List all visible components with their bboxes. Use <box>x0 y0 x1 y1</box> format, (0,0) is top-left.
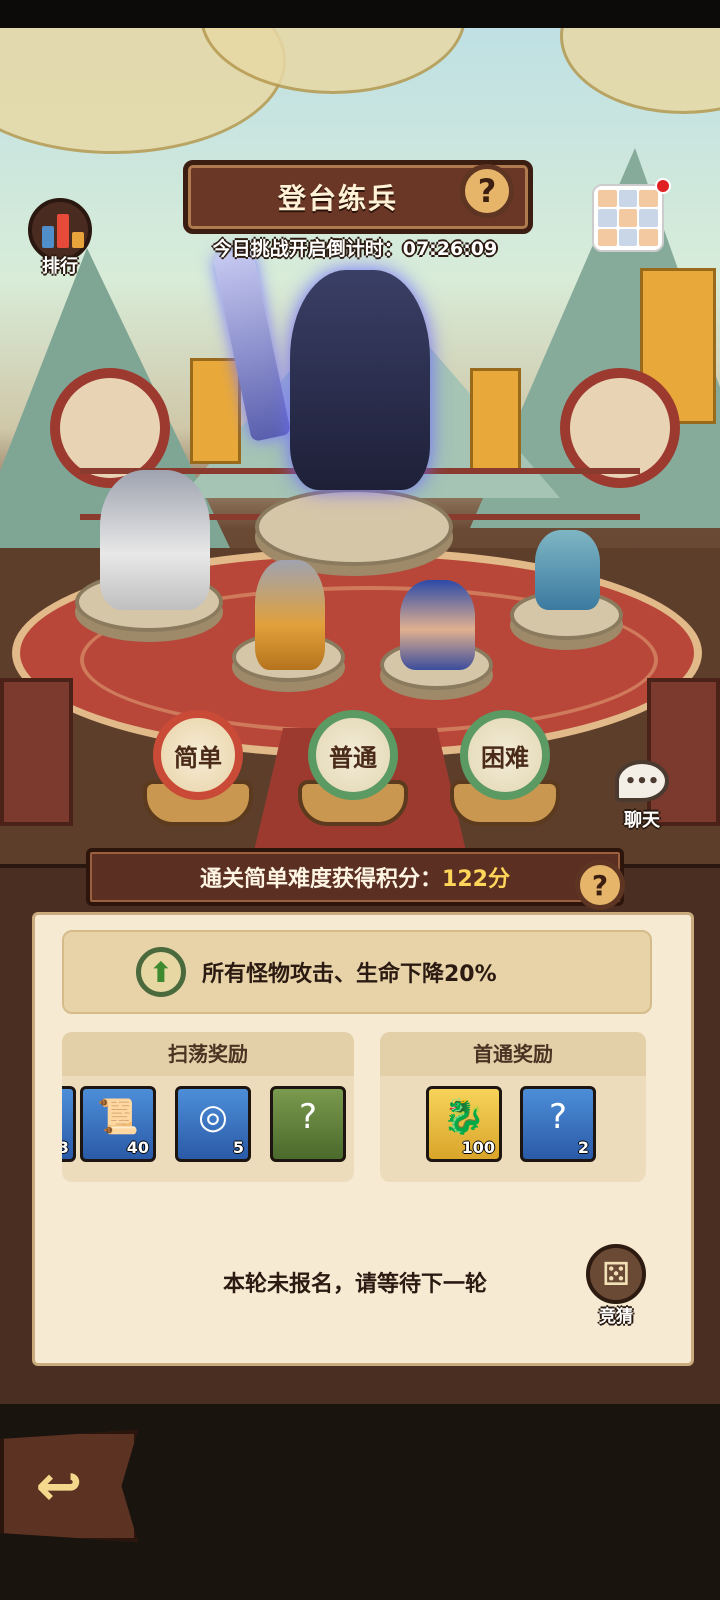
score-value: 122分 <box>442 867 510 892</box>
flag-banner <box>470 368 521 474</box>
group-avatar[interactable] <box>592 184 664 252</box>
back-button[interactable]: ↩ <box>0 1430 138 1542</box>
score-plate: 通关简单难度获得积分： 122分 <box>86 848 624 906</box>
cloud-decoration <box>560 28 720 114</box>
difficulty-label: 简单 <box>153 710 243 800</box>
reward-item[interactable]: 🐉 100 <box>426 1086 502 1162</box>
reward-count: 40 <box>126 1138 149 1157</box>
dragon-token-icon: 🐉 <box>442 1097 486 1137</box>
chat-bubble-icon: ••• <box>615 760 669 802</box>
partial-item-icon: ▣ <box>62 1097 73 1137</box>
boss-pedestal <box>255 488 453 566</box>
game-screen: 登台练兵 ? 今日挑战开启倒计时：07:26:09 排行 简单 普通 困难 ••… <box>0 0 720 1600</box>
jade-ring-icon: ◎ <box>198 1097 228 1137</box>
brawler-hero[interactable] <box>400 580 475 670</box>
arrow-up-icon: ⬆ <box>136 947 186 997</box>
chat-button[interactable]: ••• 聊天 <box>612 760 672 840</box>
mystery-scroll-icon: 📜 <box>96 1097 140 1137</box>
buff-banner: ⬆ 所有怪物攻击、生命下降20% <box>62 930 652 1014</box>
mystery-armor-icon: ? <box>298 1097 318 1137</box>
difficulty-label: 困难 <box>460 710 550 800</box>
difficulty-normal-button[interactable]: 普通 <box>298 710 408 830</box>
sweep-reward-box: 扫荡奖励 ▣ 3 📜 40 ◎ 5 ? <box>62 1032 354 1182</box>
reward-item[interactable]: ◎ 5 <box>175 1086 251 1162</box>
rank-button[interactable]: 排行 <box>24 198 96 278</box>
reward-count: 3 <box>62 1138 69 1157</box>
sweep-reward-list[interactable]: ▣ 3 📜 40 ◎ 5 ? <box>62 1076 354 1176</box>
help-button[interactable]: ? <box>460 164 514 218</box>
leopard-rider-hero[interactable] <box>255 560 325 670</box>
reward-item[interactable]: 📜 40 <box>80 1086 156 1162</box>
sweep-reward-title: 扫荡奖励 <box>62 1032 354 1076</box>
reward-count: 100 <box>461 1138 495 1157</box>
difficulty-hard-button[interactable]: 困难 <box>450 710 560 830</box>
page-title: 登台练兵 <box>277 182 398 215</box>
back-arrow-icon: ↩ <box>35 1453 83 1519</box>
difficulty-label: 普通 <box>308 710 398 800</box>
score-label: 通关简单难度获得积分： <box>200 867 443 892</box>
question-mark-icon: ? <box>477 172 497 210</box>
registration-notice: 本轮未报名，请等待下一轮 <box>222 1272 487 1297</box>
side-railing <box>0 678 73 826</box>
boss-warrior[interactable] <box>290 270 430 490</box>
mystery-chest-icon: ? <box>548 1097 568 1137</box>
guess-label: 竞猜 <box>599 1307 633 1327</box>
tiger-rider-hero[interactable] <box>100 470 210 610</box>
score-help-button[interactable]: ? <box>575 860 625 910</box>
reward-count: 5 <box>232 1138 244 1157</box>
first-clear-reward-list: 🐉 100 ? 2 <box>380 1076 646 1176</box>
reward-item[interactable]: ▣ 3 <box>62 1086 76 1162</box>
reward-count: 2 <box>577 1138 589 1157</box>
notification-dot <box>655 178 671 194</box>
reward-item[interactable]: ? <box>270 1086 346 1162</box>
monk-hero[interactable] <box>535 530 600 610</box>
first-clear-reward-title: 首通奖励 <box>380 1032 646 1076</box>
first-clear-reward-box: 首通奖励 🐉 100 ? 2 <box>380 1032 646 1182</box>
rank-label: 排行 <box>42 256 78 277</box>
question-mark-icon: ? <box>591 868 609 902</box>
guess-button[interactable]: ⚄ 竞猜 <box>580 1244 652 1327</box>
dice-icon: ⚄ <box>586 1244 646 1304</box>
difficulty-easy-button[interactable]: 简单 <box>143 710 253 830</box>
buff-text: 所有怪物攻击、生命下降20% <box>202 962 497 987</box>
chat-label: 聊天 <box>624 810 660 831</box>
flag-banner <box>190 358 241 464</box>
challenge-countdown: 今日挑战开启倒计时：07:26:09 <box>212 238 498 260</box>
reward-item[interactable]: ? 2 <box>520 1086 596 1162</box>
